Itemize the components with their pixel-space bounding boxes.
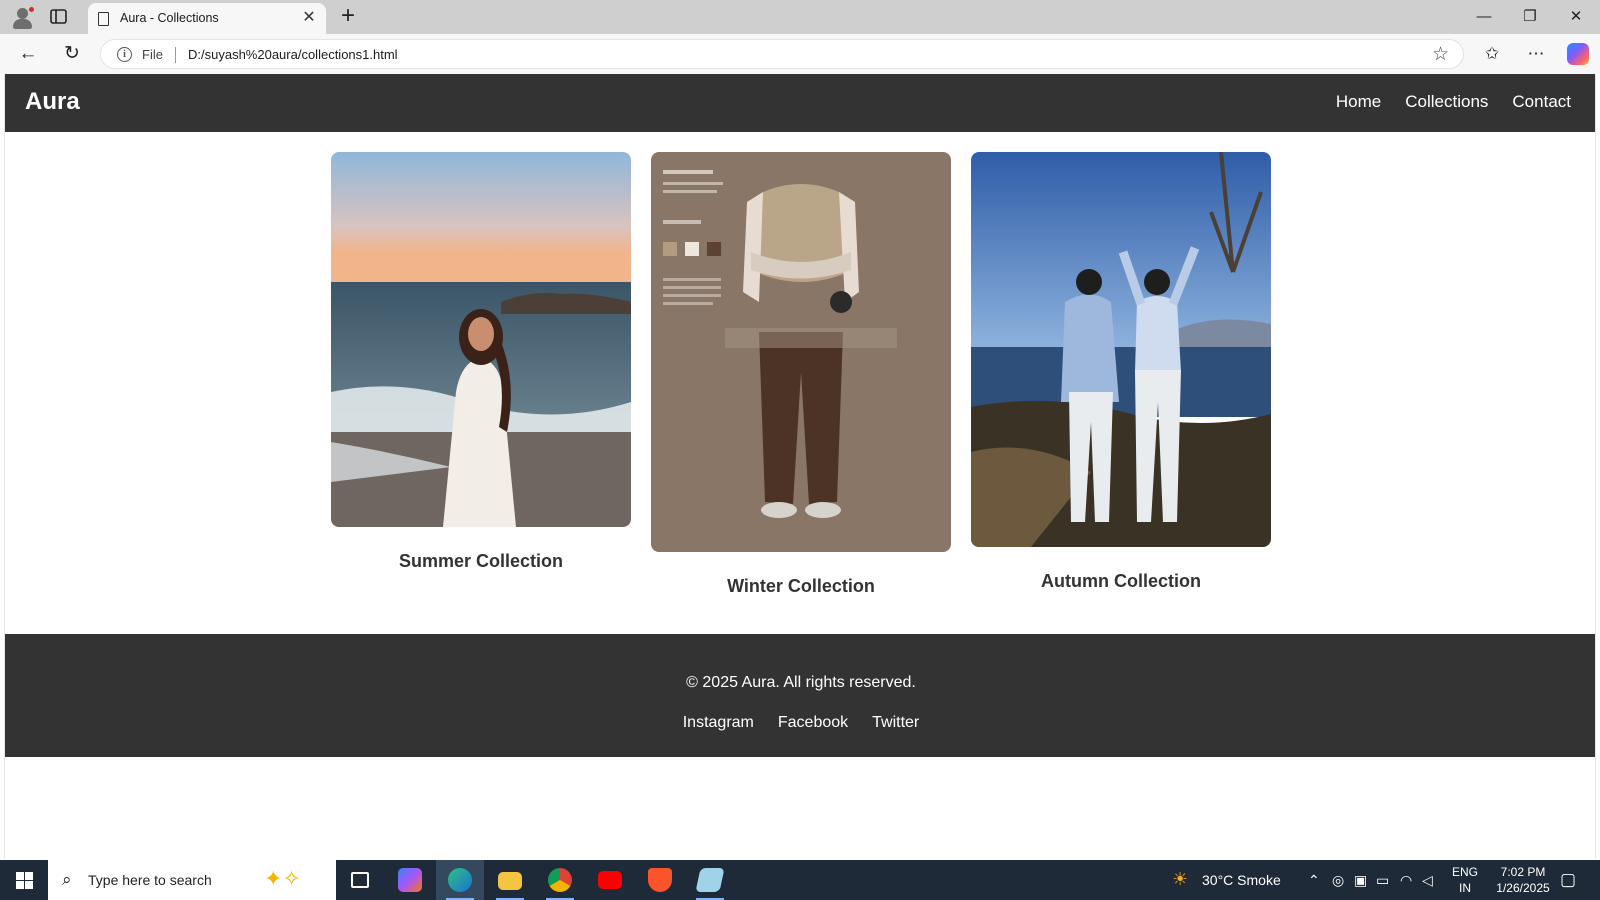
copilot-app-icon[interactable] [386, 860, 434, 900]
page-viewport: Aura Home Collections Contact Summer Col… [4, 74, 1596, 858]
weather-text[interactable]: 30°C Smoke [1202, 872, 1281, 888]
clock-time: 7:02 PM [1500, 865, 1546, 879]
address-separator [175, 47, 176, 63]
weather-icon[interactable]: ☀ [1172, 869, 1188, 890]
tab-actions-icon[interactable] [48, 7, 70, 27]
collection-card-winter[interactable]: Winter Collection [651, 152, 951, 597]
collection-caption-winter: Winter Collection [727, 576, 875, 596]
notification-icon[interactable]: ▢ [1560, 870, 1576, 890]
minimize-icon[interactable]: — [1464, 4, 1504, 30]
site-footer: © 2025 Aura. All rights reserved. Instag… [5, 634, 1595, 757]
close-icon[interactable]: ✕ [300, 9, 318, 27]
new-tab-icon[interactable]: + [336, 4, 360, 29]
tab-title: Aura - Collections [120, 11, 219, 25]
autumn-collection-image[interactable] [971, 152, 1271, 547]
copilot-icon[interactable] [1567, 43, 1589, 65]
window-close-icon[interactable]: ✕ [1556, 4, 1596, 30]
volume-icon[interactable]: ◁ [1422, 872, 1433, 889]
social-facebook-link[interactable]: Facebook [778, 714, 848, 732]
collection-card-autumn[interactable]: Autumn Collection [971, 152, 1271, 592]
site-logo[interactable]: Aura [25, 88, 80, 116]
address-prefix: File [142, 47, 163, 62]
search-icon: ⌕ [62, 870, 72, 889]
more-icon[interactable]: ⋯ [1523, 42, 1549, 66]
task-view-icon[interactable] [336, 860, 384, 900]
language-indicator[interactable]: ENG IN [1450, 864, 1480, 896]
favorite-star-icon[interactable]: ☆ [1432, 43, 1449, 66]
start-button[interactable] [0, 860, 48, 900]
edge-icon[interactable] [436, 860, 484, 900]
clock[interactable]: 7:02 PM 1/26/2025 [1488, 864, 1558, 896]
collection-caption-summer: Summer Collection [398, 551, 564, 571]
meet-now-icon[interactable]: ◎ [1332, 872, 1344, 889]
search-highlights-icon[interactable]: ✦✧ [264, 866, 301, 892]
windows-taskbar: ⌕ Type here to search ✦✧ ☀ 30°C Smoke ⌃ … [0, 860, 1600, 900]
wifi-icon[interactable]: ◠ [1400, 872, 1412, 889]
address-url[interactable]: D:/suyash%20aura/collections1.html [188, 47, 398, 62]
page-icon [98, 12, 109, 26]
restore-icon[interactable]: ❐ [1510, 4, 1550, 30]
browser-tab-strip: Aura - Collections ✕ + — ❐ ✕ [0, 0, 1600, 34]
battery-icon[interactable]: ▭ [1376, 872, 1389, 889]
favorites-icon[interactable]: ✩ [1479, 42, 1505, 66]
back-icon[interactable]: ← [14, 41, 42, 67]
file-explorer-icon[interactable] [486, 860, 534, 900]
defender-icon[interactable]: ▣ [1354, 872, 1367, 889]
chevron-up-icon[interactable]: ⌃ [1308, 872, 1320, 889]
site-nav: Home Collections Contact [1336, 92, 1571, 112]
browser-tab-active[interactable]: Aura - Collections ✕ [88, 3, 326, 34]
browser-toolbar: ← ↻ i File D:/suyash%20aura/collections1… [0, 34, 1600, 74]
nav-contact-link[interactable]: Contact [1512, 92, 1571, 112]
social-instagram-link[interactable]: Instagram [683, 714, 754, 732]
footer-social-links: Instagram Facebook Twitter [5, 714, 1595, 732]
taskbar-search-placeholder: Type here to search [88, 872, 212, 888]
collection-card-summer[interactable]: Summer Collection [331, 152, 631, 572]
youtube-icon[interactable] [586, 860, 634, 900]
notepad-icon[interactable] [686, 860, 734, 900]
clock-date: 1/26/2025 [1496, 881, 1550, 895]
reload-icon[interactable]: ↻ [58, 41, 86, 67]
address-bar[interactable]: i File D:/suyash%20aura/collections1.htm… [100, 39, 1464, 69]
info-icon[interactable]: i [117, 47, 132, 62]
profile-icon[interactable] [10, 6, 35, 30]
brave-icon[interactable] [636, 860, 684, 900]
taskbar-search-box[interactable]: ⌕ Type here to search ✦✧ [48, 860, 336, 900]
site-header: Aura Home Collections Contact [5, 74, 1595, 132]
nav-collections-link[interactable]: Collections [1405, 92, 1488, 112]
collection-caption-autumn: Autumn Collection [1041, 571, 1201, 591]
winter-collection-image[interactable] [651, 152, 951, 552]
social-twitter-link[interactable]: Twitter [872, 714, 919, 732]
language-code: ENG [1451, 865, 1478, 879]
chrome-icon[interactable] [536, 860, 584, 900]
summer-collection-image[interactable] [331, 152, 631, 527]
language-region: IN [1459, 881, 1471, 895]
footer-copyright: © 2025 Aura. All rights reserved. [686, 674, 916, 691]
nav-home-link[interactable]: Home [1336, 92, 1381, 112]
